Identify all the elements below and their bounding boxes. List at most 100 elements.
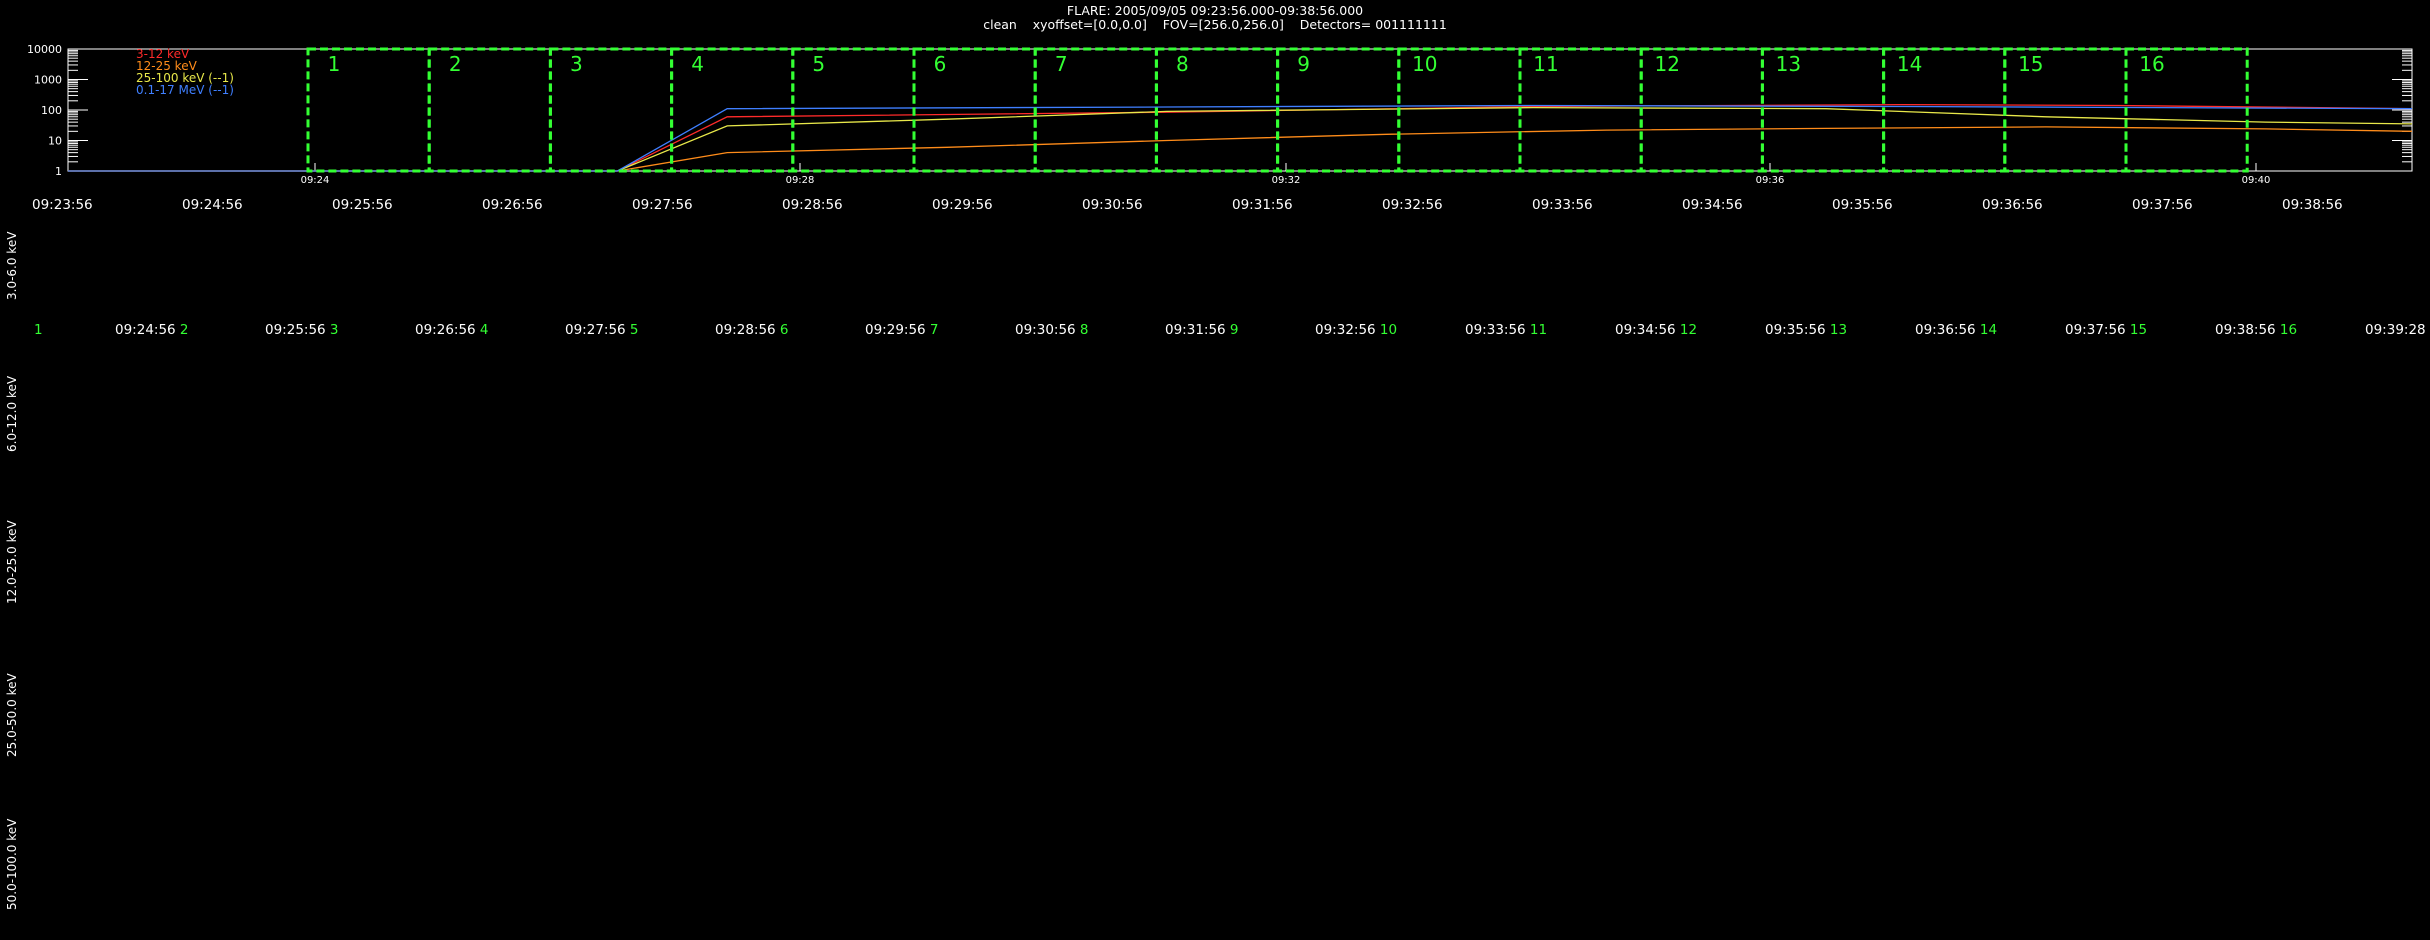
interval-time: 09:38:56 xyxy=(2215,322,2276,338)
interval-number: 2 xyxy=(449,52,462,76)
interval-index: 12 xyxy=(1675,322,1698,338)
lightcurve-plot: 10000 1000 100 10 1 09:24 09:28 09:32 09:36 09:40… xyxy=(27,43,2413,186)
interval-number: 1 xyxy=(328,52,341,76)
interval-index: 3 xyxy=(325,322,339,338)
interval-index: 16 xyxy=(2275,322,2298,338)
interval-index: 14 xyxy=(1975,322,1998,338)
interval-number: 7 xyxy=(1055,52,1068,76)
interval-index: 2 xyxy=(175,322,189,338)
time-label: 09:34:56 xyxy=(1682,197,1743,213)
interval-label: 09:37:56 15 xyxy=(2065,322,2147,338)
interval-index: 15 xyxy=(2125,322,2148,338)
interval-label: 09:30:56 8 xyxy=(1015,322,1089,338)
interval-box xyxy=(1033,47,1158,173)
interval-time: 09:33:56 xyxy=(1465,322,1526,338)
energy-row-label: 50.0-100.0 keV xyxy=(5,818,19,910)
interval-time: 09:37:56 xyxy=(2065,322,2126,338)
time-label: 09:31:56 xyxy=(1232,197,1293,213)
interval-number: 3 xyxy=(570,52,583,76)
interval-number: 11 xyxy=(1533,52,1558,76)
interval-label: 09:27:56 5 xyxy=(565,322,639,338)
x-tick-label: 09:28 xyxy=(786,175,815,186)
time-label: 09:30:56 xyxy=(1082,197,1143,213)
x-tick-label: 09:36 xyxy=(1756,175,1785,186)
y-tick-label: 10 xyxy=(48,135,62,148)
interval-label: 09:31:56 9 xyxy=(1165,322,1239,338)
interval-label: 09:39:28 xyxy=(2365,322,2426,338)
time-label: 09:35:56 xyxy=(1832,197,1893,213)
interval-box xyxy=(912,47,1037,173)
interval-number: 6 xyxy=(934,52,947,76)
y-tick-label: 1 xyxy=(55,165,62,178)
energy-row-label: 12.0-25.0 keV xyxy=(5,520,19,604)
time-label: 09:27:56 xyxy=(632,197,693,213)
interval-number: 8 xyxy=(1176,52,1189,76)
interval-time: 09:28:56 xyxy=(715,322,776,338)
interval-label: 09:26:56 4 xyxy=(415,322,489,338)
interval-time: 09:26:56 xyxy=(415,322,476,338)
interval-time: 09:36:56 xyxy=(1915,322,1976,338)
interval-number: 16 xyxy=(2139,52,2164,76)
time-label: 09:29:56 xyxy=(932,197,993,213)
interval-number: 12 xyxy=(1654,52,1679,76)
interval-index: 4 xyxy=(475,322,489,338)
interval-index: 5 xyxy=(625,322,639,338)
interval-box xyxy=(427,47,552,173)
interval-index: 8 xyxy=(1075,322,1089,338)
interval-time: 09:27:56 xyxy=(565,322,626,338)
interval-index: 11 xyxy=(1525,322,1548,338)
time-label: 09:33:56 xyxy=(1532,197,1593,213)
interval-label: 1 xyxy=(34,322,43,338)
interval-index: 7 xyxy=(925,322,939,338)
interval-time: 09:29:56 xyxy=(865,322,926,338)
time-label: 09:26:56 xyxy=(482,197,543,213)
interval-label: 09:25:56 3 xyxy=(265,322,339,338)
time-label: 09:28:56 xyxy=(782,197,843,213)
interval-box xyxy=(791,47,916,173)
series-line-2 xyxy=(68,126,2413,172)
x-tick-label: 09:24 xyxy=(301,175,330,186)
interval-box xyxy=(306,47,431,173)
time-label: 09:23:56 xyxy=(32,197,93,213)
interval-index: 9 xyxy=(1225,322,1239,338)
interval-time: 09:32:56 xyxy=(1315,322,1376,338)
interval-time: 09:25:56 xyxy=(265,322,326,338)
interval-label: 09:36:56 14 xyxy=(1915,322,1997,338)
interval-label: 09:29:56 7 xyxy=(865,322,939,338)
interval-time: 09:31:56 xyxy=(1165,322,1226,338)
time-label: 09:32:56 xyxy=(1382,197,1443,213)
interval-label: 09:32:56 10 xyxy=(1315,322,1397,338)
energy-row-label: 25.0-50.0 keV xyxy=(5,673,19,757)
interval-label: 09:35:56 13 xyxy=(1765,322,1847,338)
interval-number: 9 xyxy=(1297,52,1310,76)
y-tick-label: 100 xyxy=(41,104,62,117)
x-tick-label: 09:40 xyxy=(2242,175,2271,186)
interval-label: 09:38:56 16 xyxy=(2215,322,2297,338)
interval-number: 15 xyxy=(2018,52,2043,76)
time-label: 09:38:56 xyxy=(2282,197,2343,213)
interval-number: 10 xyxy=(1412,52,1437,76)
interval-time: 09:35:56 xyxy=(1765,322,1826,338)
interval-time: 09:30:56 xyxy=(1015,322,1076,338)
time-label: 09:36:56 xyxy=(1982,197,2043,213)
interval-number: 4 xyxy=(691,52,704,76)
energy-row-label: 6.0-12.0 keV xyxy=(5,375,19,452)
series-line-3 xyxy=(68,106,2413,172)
interval-time: 09:24:56 xyxy=(115,322,176,338)
interval-label: 09:33:56 11 xyxy=(1465,322,1547,338)
interval-time: 09:34:56 xyxy=(1615,322,1676,338)
interval-label: 09:34:56 12 xyxy=(1615,322,1697,338)
interval-index: 13 xyxy=(1825,322,1848,338)
energy-row-label: 3.0-6.0 keV xyxy=(5,231,19,300)
y-tick-label: 10000 xyxy=(27,43,62,56)
legend-entry: 0.1-17 MeV (--1) xyxy=(136,83,234,97)
interval-label: 09:24:56 2 xyxy=(115,322,189,338)
time-label: 09:37:56 xyxy=(2132,197,2193,213)
time-label: 09:25:56 xyxy=(332,197,393,213)
x-tick-label: 09:32 xyxy=(1272,175,1301,186)
interval-number: 5 xyxy=(812,52,825,76)
interval-index: 1 xyxy=(34,322,43,338)
interval-label: 09:28:56 6 xyxy=(715,322,789,338)
interval-index: 6 xyxy=(775,322,789,338)
interval-number: 13 xyxy=(1776,52,1801,76)
